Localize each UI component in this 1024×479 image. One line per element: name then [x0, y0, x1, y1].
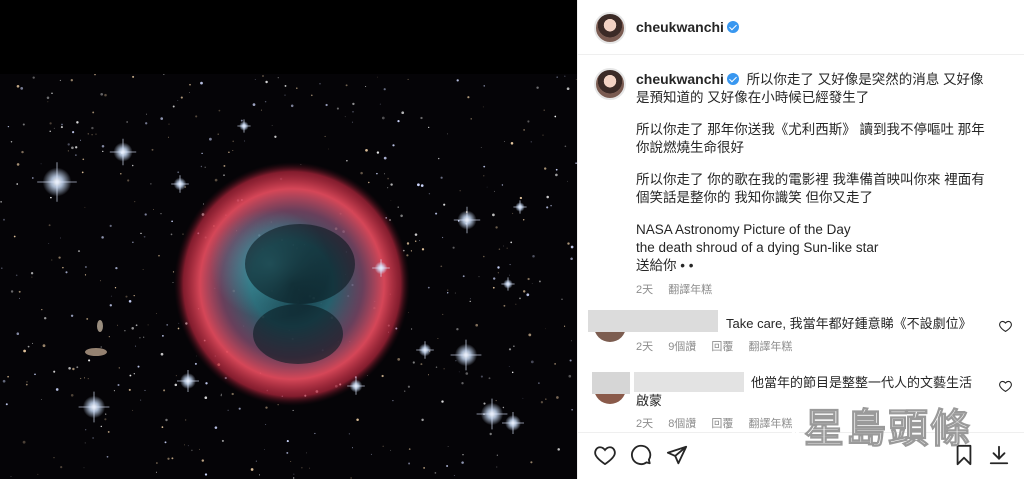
- caption-line1: cheukwanchi 所以你走了 又好像是突然的消息 又好像是預知道的 又好像…: [636, 71, 984, 105]
- caption-meta: 2天 翻譯年糕: [636, 281, 996, 299]
- caption-line6: 送給你 • •: [636, 258, 694, 273]
- caption: cheukwanchi 所以你走了 又好像是突然的消息 又好像是預知道的 又好像…: [636, 70, 996, 299]
- redacted-avatar: [592, 372, 630, 394]
- comment-text: Take care, 我當年都好鍾意睇《不設劇位》: [726, 316, 972, 331]
- nebula-photo[interactable]: [0, 74, 577, 479]
- caption-avatar[interactable]: [594, 68, 626, 100]
- post-media[interactable]: [0, 0, 577, 479]
- heart-icon[interactable]: [594, 445, 616, 465]
- watermark-logo: 星島頭條: [790, 406, 972, 452]
- caption-line4: NASA Astronomy Picture of the Day: [636, 222, 851, 237]
- caption-line5: the death shroud of a dying Sun-like sta…: [636, 240, 879, 255]
- redacted-username: [588, 310, 718, 332]
- heart-icon[interactable]: [999, 320, 1012, 332]
- post-header: cheukwanchi: [578, 0, 1024, 55]
- nebula-image: [0, 74, 577, 479]
- author-row: cheukwanchi: [636, 19, 739, 37]
- author-avatar[interactable]: [594, 12, 626, 44]
- comment-meta: 2天 8個讚 回覆 翻譯年糕: [636, 418, 793, 430]
- comment-meta: 2天 9個讚 回覆 翻譯年糕: [636, 341, 793, 353]
- watermark-text: 星島頭條: [804, 406, 972, 452]
- verified-icon: [726, 21, 739, 33]
- verified-icon: [726, 73, 739, 85]
- share-icon[interactable]: [666, 444, 688, 466]
- caption-username[interactable]: cheukwanchi: [636, 71, 724, 87]
- caption-line2: 所以你走了 那年你送我《尤利西斯》 讀到我不停嘔吐 那年你說燃燒生命很好: [636, 122, 985, 155]
- author-username[interactable]: cheukwanchi: [636, 19, 724, 35]
- caption-time: 2天: [636, 284, 654, 296]
- comment-icon[interactable]: [630, 444, 652, 466]
- caption-translate[interactable]: 翻譯年糕: [668, 284, 712, 296]
- caption-line3: 所以你走了 你的歌在我的電影裡 我準備首映叫你來 裡面有個笑話是整你的 我知你識…: [636, 172, 985, 205]
- heart-icon[interactable]: [999, 380, 1012, 392]
